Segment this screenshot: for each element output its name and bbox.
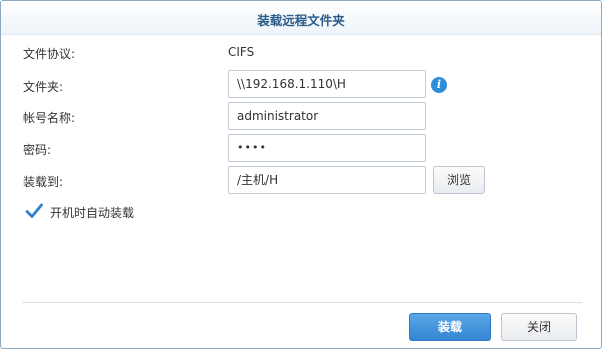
protocol-value: CIFS: [228, 45, 255, 59]
dialog-titlebar: 装载远程文件夹: [1, 1, 601, 35]
dialog-title: 装载远程文件夹: [257, 13, 345, 28]
browse-button[interactable]: 浏览: [433, 166, 485, 194]
checkmark-icon[interactable]: [25, 202, 43, 220]
folder-input[interactable]: \\192.168.1.110\H: [228, 70, 426, 98]
protocol-label: 文件协议:: [23, 47, 76, 61]
account-label: 帐号名称:: [23, 111, 76, 125]
close-button[interactable]: 关闭: [501, 313, 577, 341]
password-input[interactable]: ••••: [228, 134, 426, 162]
account-input[interactable]: administrator: [228, 102, 426, 130]
folder-label: 文件夹:: [23, 80, 64, 94]
footer-divider: [22, 302, 582, 303]
mount-remote-folder-dialog: 装载远程文件夹 文件协议: CIFS 文件夹: \\192.168.1.110\…: [0, 0, 602, 349]
mount-button[interactable]: 装载: [409, 313, 491, 341]
mount-point-label: 装载到:: [23, 175, 64, 189]
password-label: 密码:: [23, 143, 52, 157]
automount-label: 开机时自动装载: [50, 206, 135, 220]
info-icon[interactable]: i: [431, 77, 447, 93]
mount-point-input[interactable]: /主机/H: [228, 166, 426, 194]
